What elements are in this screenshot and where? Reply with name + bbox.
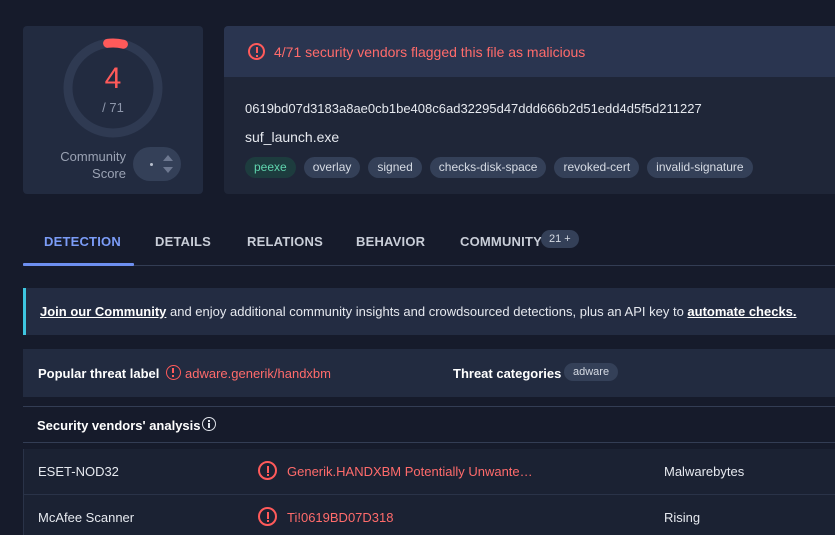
malicious-flag-text: 4/71 security vendors flagged this file … xyxy=(274,44,586,60)
vendor-row: McAfee Scanner Ti!0619BD07D318 Rising xyxy=(23,495,835,535)
vote-down-icon[interactable] xyxy=(163,167,173,173)
tag[interactable]: overlay xyxy=(303,157,361,178)
popular-threat-value[interactable]: adware.generik/handxbm xyxy=(185,366,331,381)
community-score-label: Community Score xyxy=(60,149,126,181)
tag[interactable]: signed xyxy=(368,157,422,178)
threat-category-badge[interactable]: adware xyxy=(564,363,619,381)
score-arc xyxy=(103,38,128,49)
tab-details[interactable]: DETAILS xyxy=(155,234,211,249)
vendor-name: McAfee Scanner xyxy=(38,510,135,525)
alert-icon xyxy=(248,43,265,60)
join-community-link[interactable]: Join our Community xyxy=(40,304,166,319)
community-count-badge: 21 + xyxy=(541,230,579,248)
detection-result: Generik.HANDXBM Potentially Unwante… xyxy=(287,464,533,479)
tag[interactable]: revoked-cert xyxy=(554,157,640,178)
vendor-name: ESET-NOD32 xyxy=(38,464,119,479)
community-score-value-dot xyxy=(150,163,153,166)
threat-categories-label: Threat categories xyxy=(453,366,562,381)
alert-icon xyxy=(258,507,277,526)
file-name: suf_launch.exe xyxy=(245,129,340,145)
community-score-voter[interactable] xyxy=(133,147,181,181)
vendor-name: Rising xyxy=(664,510,701,525)
total-vendors: / 71 xyxy=(102,100,124,115)
tab-relations[interactable]: RELATIONS xyxy=(247,234,323,249)
automate-checks-link[interactable]: automate checks. xyxy=(687,304,796,319)
tag[interactable]: checks-disk-space xyxy=(429,157,547,178)
threat-summary-row: Popular threat label adware.generik/hand… xyxy=(23,349,835,397)
file-hash[interactable]: 0619bd07d3183a8ae0cb1be408c6ad32295d47dd… xyxy=(245,101,702,116)
banner-body-text: and enjoy additional community insights … xyxy=(166,304,688,319)
detection-result: Ti!0619BD07D318 xyxy=(287,510,394,525)
tag[interactable]: invalid-signature xyxy=(647,157,753,178)
vendors-analysis-header: Security vendors' analysis xyxy=(23,406,835,443)
tag[interactable]: peexe xyxy=(245,157,296,178)
detection-score-card: 4 / 71 Community Score xyxy=(23,26,203,194)
info-icon[interactable] xyxy=(202,417,216,431)
file-info-card: 4/71 security vendors flagged this file … xyxy=(224,26,835,194)
vendor-row: ESET-NOD32 Generik.HANDXBM Potentially U… xyxy=(23,449,835,495)
tab-detection[interactable]: DETECTION xyxy=(44,234,121,249)
report-tabs: DETECTION DETAILS RELATIONS BEHAVIOR COM… xyxy=(23,222,835,266)
vendor-name: Malwarebytes xyxy=(664,464,745,479)
community-banner-text: Join our Community and enjoy additional … xyxy=(40,304,797,319)
tab-behavior[interactable]: BEHAVIOR xyxy=(356,234,425,249)
community-banner: Join our Community and enjoy additional … xyxy=(23,288,835,335)
vote-up-icon[interactable] xyxy=(163,155,173,161)
malicious-flag-bar: 4/71 security vendors flagged this file … xyxy=(224,26,835,77)
popular-threat-label: Popular threat label xyxy=(38,366,160,381)
detected-count: 4 xyxy=(104,62,122,95)
active-tab-indicator xyxy=(23,263,134,266)
alert-icon xyxy=(258,461,277,480)
file-tags: peexe overlay signed checks-disk-space r… xyxy=(245,157,753,178)
alert-icon xyxy=(166,365,181,380)
vendors-analysis-title: Security vendors' analysis xyxy=(37,418,201,433)
tab-community[interactable]: COMMUNITY xyxy=(460,234,542,249)
